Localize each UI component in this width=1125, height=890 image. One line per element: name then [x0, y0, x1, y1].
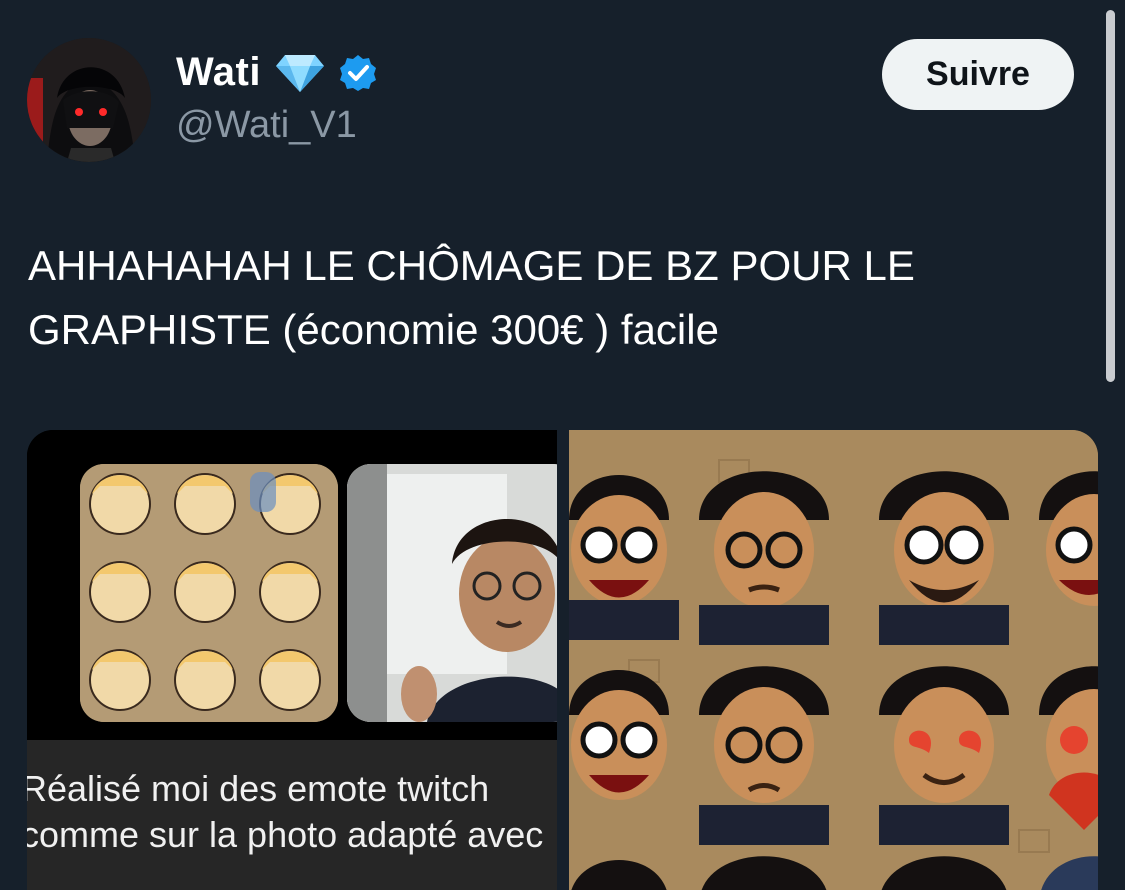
verified-badge-icon	[339, 54, 377, 92]
scrollbar[interactable]	[1106, 10, 1115, 382]
media-divider	[557, 430, 569, 890]
emote-sheet-thumbnail	[80, 464, 338, 722]
caption-line-2: comme sur la photo adapté avec	[27, 814, 544, 855]
emote-grid-image	[569, 430, 1098, 890]
tweet-text: AHHAHAHAH LE CHÔMAGE DE BZ POUR LE GRAPH…	[28, 234, 1068, 362]
gem-icon	[275, 53, 325, 93]
tweet-text-line-1: AHHAHAHAH LE CHÔMAGE DE BZ POUR LE	[28, 242, 915, 289]
reference-photo-thumbnail	[347, 464, 557, 722]
user-name[interactable]: Wati	[176, 50, 261, 95]
media-caption: Réalisé moi des emote twitch comme sur l…	[27, 740, 557, 890]
caption-line-1: Réalisé moi des emote twitch	[27, 768, 490, 809]
user-name-row: Wati	[176, 50, 377, 95]
avatar[interactable]	[27, 38, 151, 162]
media-image-right[interactable]	[569, 430, 1098, 890]
user-handle[interactable]: @Wati_V1	[176, 104, 357, 147]
follow-button[interactable]: Suivre	[882, 39, 1074, 110]
tweet-text-line-2: GRAPHISTE (économie 300€ ) facile	[28, 306, 719, 353]
tweet-media[interactable]: Réalisé moi des emote twitch comme sur l…	[27, 430, 1098, 890]
media-image-left[interactable]: Réalisé moi des emote twitch comme sur l…	[27, 430, 557, 890]
avatar-image	[27, 38, 151, 162]
